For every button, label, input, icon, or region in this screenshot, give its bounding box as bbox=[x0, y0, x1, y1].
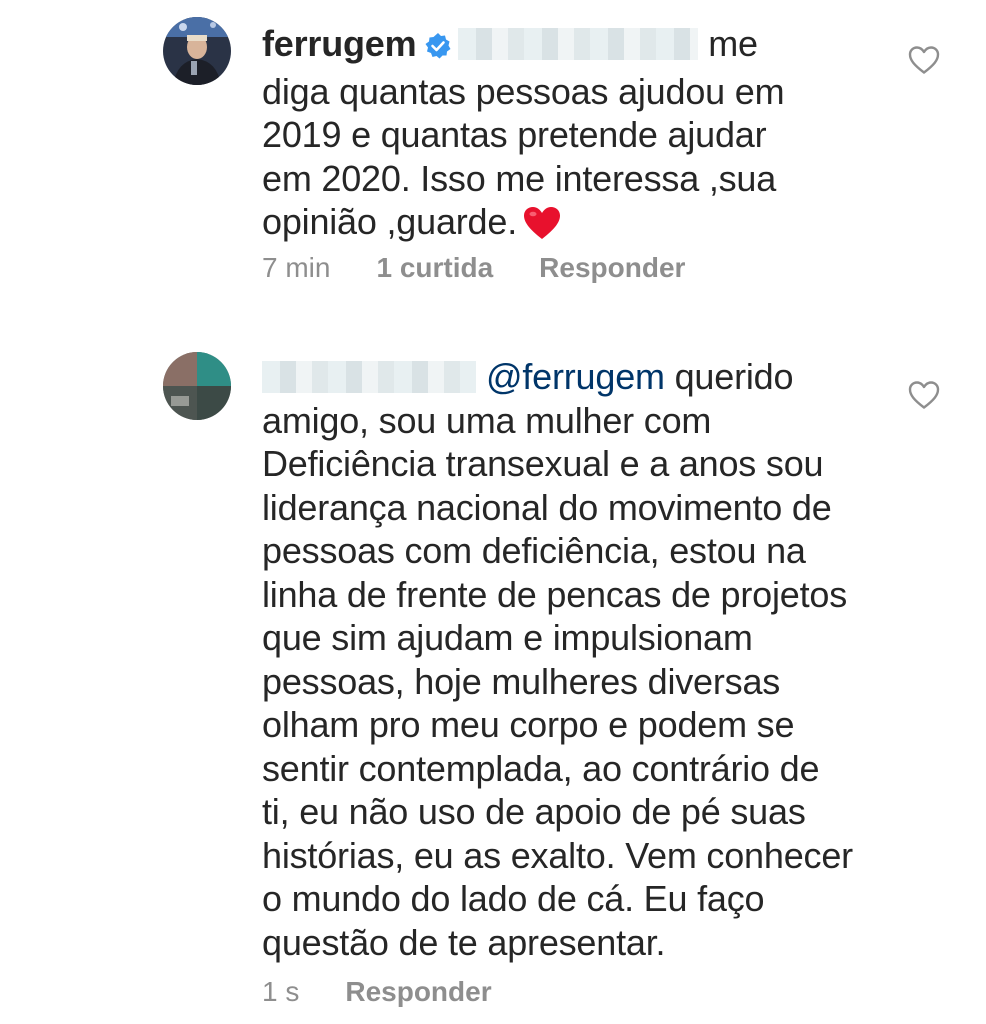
redacted-username[interactable] bbox=[262, 361, 476, 393]
comment-line: em 2020. Isso me interessa ,sua bbox=[262, 157, 777, 199]
comment-meta: 7 min 1 curtida Responder bbox=[262, 252, 685, 284]
verified-badge-icon bbox=[424, 26, 452, 70]
comment-line: 2019 e quantas pretende ajudar bbox=[262, 114, 767, 155]
reply-button[interactable]: Responder bbox=[539, 252, 685, 284]
mention-link[interactable]: @ferrugem bbox=[486, 356, 665, 397]
comment-time: 1 s bbox=[262, 976, 300, 1007]
comment-text-first-line: querido bbox=[664, 356, 794, 397]
redacted-mention bbox=[458, 28, 699, 60]
comment-likes-count[interactable]: 1 curtida bbox=[376, 252, 493, 284]
comment-line: pessoas, hoje mulheres diversas bbox=[262, 660, 781, 702]
reply-button[interactable]: Responder bbox=[345, 976, 491, 1008]
comment-meta: 1 s Responder bbox=[262, 976, 492, 1008]
comment-line: pessoas com deficiência, estou na bbox=[262, 530, 806, 571]
comment-line: que sim ajudam e impulsionam bbox=[262, 617, 753, 658]
red-heart-emoji-icon bbox=[523, 206, 561, 250]
comment-username[interactable]: ferrugem bbox=[262, 23, 417, 64]
comment-line: Deficiência transexual e a anos sou bbox=[262, 443, 824, 484]
comment-text: ferrugem me diga quantas pessoas ajudou … bbox=[262, 22, 902, 250]
comment-text-first-line: me bbox=[698, 23, 758, 64]
comment-line: liderança nacional do movimento de bbox=[262, 486, 832, 528]
heart-outline-icon[interactable] bbox=[908, 380, 940, 410]
comment-line: amigo, sou uma mulher com bbox=[262, 399, 712, 441]
comment-line: diga quantas pessoas ajudou em bbox=[262, 70, 785, 112]
heart-outline-icon[interactable] bbox=[908, 45, 940, 75]
comment-line: opinião ,guarde. bbox=[262, 201, 518, 242]
comment-line: ti, eu não uso de apoio de pé suas bbox=[262, 791, 806, 832]
comment-line: olham pro meu corpo e podem se bbox=[262, 704, 795, 745]
comment-line: histórias, eu as exalto. Vem conhecer bbox=[262, 834, 853, 876]
comment-text: @ferrugem querido amigo, sou uma mulher … bbox=[262, 355, 902, 964]
comment-line: questão de te apresentar. bbox=[262, 921, 666, 963]
comment-line: sentir contemplada, ao contrário de bbox=[262, 747, 820, 789]
avatar-redacted-user[interactable] bbox=[163, 352, 231, 420]
comment-line: linha de frente de pencas de projetos bbox=[262, 573, 848, 615]
comment-time: 7 min bbox=[262, 252, 331, 283]
avatar-ferrugem[interactable] bbox=[163, 17, 231, 85]
comment-line: o mundo do lado de cá. Eu faço bbox=[262, 878, 765, 919]
